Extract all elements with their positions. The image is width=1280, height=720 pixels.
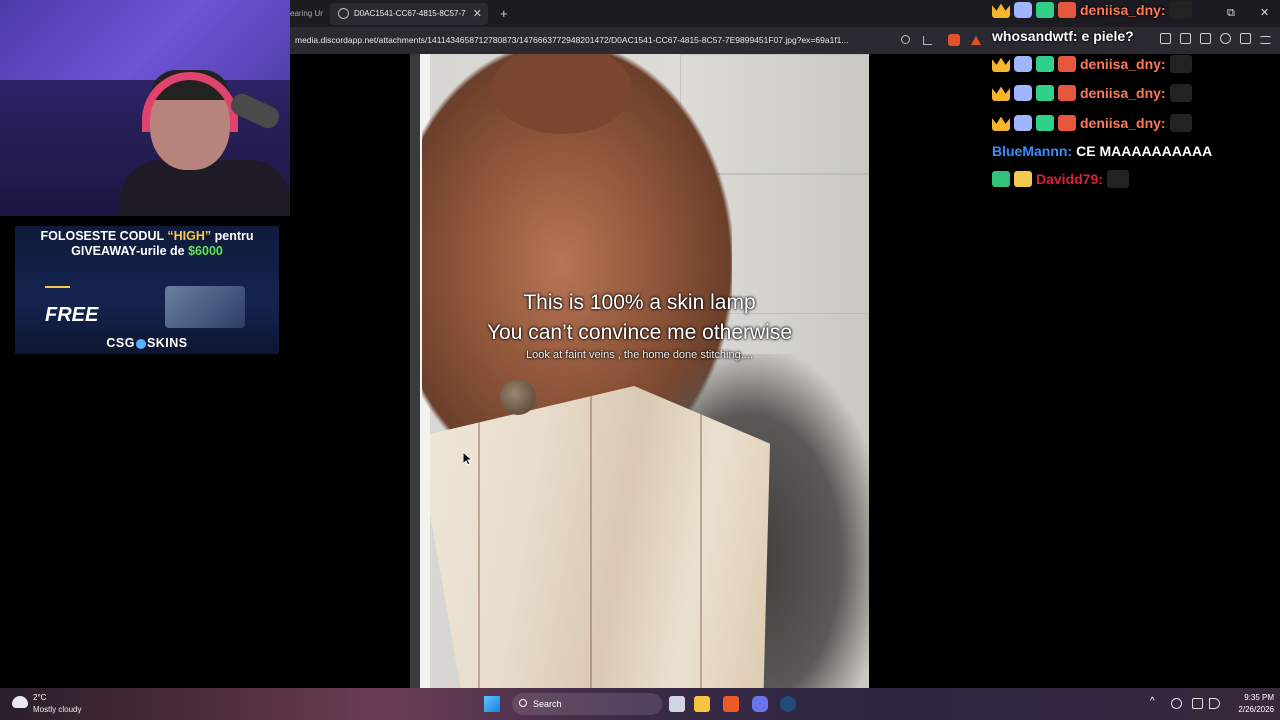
weather-condition[interactable]: Mostly cloudy [33, 705, 81, 714]
brave-browser-icon[interactable] [723, 696, 739, 712]
new-tab-icon[interactable]: + [500, 0, 508, 27]
url-text[interactable]: media.discordapp.net/attachments/1411434… [295, 27, 895, 54]
robot-icon [1014, 115, 1032, 131]
statue-head [492, 54, 632, 134]
mouse-cursor-icon [462, 450, 474, 466]
emote-icon [1169, 114, 1192, 132]
task-view-icon[interactable] [669, 696, 685, 712]
chat-username: deniisa_dny: [1080, 115, 1166, 131]
chevron-up-icon[interactable]: ^ [1150, 696, 1155, 707]
emote-icon [1169, 55, 1192, 73]
gift-icon [1036, 56, 1054, 72]
search-icon [519, 699, 527, 707]
chat-text: e piele? [1081, 28, 1134, 44]
chat-username: deniisa_dny: [1080, 2, 1166, 18]
sponsor-banner: FOLOSESTE CODUL “HIGH” pentru GIVEAWAY-u… [15, 226, 279, 354]
robot-icon [1014, 85, 1032, 101]
emote-icon [1106, 170, 1129, 188]
crown-icon [992, 86, 1010, 101]
gift-icon [1036, 85, 1054, 101]
chat-message: deniisa_dny: [992, 113, 1192, 133]
sponsor-free-label: FREE [45, 304, 99, 326]
windows-start-icon[interactable] [484, 696, 500, 712]
chat-username: Davidd79: [1036, 171, 1103, 187]
volume-icon[interactable] [1209, 698, 1220, 709]
chat-username: whosandwtf: [992, 28, 1078, 44]
lamp-socket [500, 379, 536, 415]
sponsor-brand-left: CSG [106, 336, 135, 350]
chat-message: BlueMannn: CE MAAAAAAAAAA [992, 141, 1212, 161]
clock-time[interactable]: 9:35 PM [1230, 693, 1274, 702]
gift-icon [1036, 2, 1054, 18]
displayed-image[interactable]: This is 100% a skin lamp You can’t convi… [410, 54, 869, 688]
lampshade-seam [700, 386, 702, 688]
share-icon[interactable] [923, 36, 932, 45]
sponsor-code: “HIGH” [167, 229, 212, 243]
crown-icon [992, 57, 1010, 72]
taskbar: 2°C Mostly cloudy Search ^ 9:35 PM 2/26/… [0, 688, 1280, 720]
case-image [165, 286, 245, 328]
steam-icon[interactable] [780, 696, 796, 712]
caption-line-1: This is 100% a skin lamp [523, 291, 756, 314]
lampshade-seam [478, 386, 480, 688]
caption-line-2: You can’t convince me otherwise [486, 321, 793, 344]
streamer-body [120, 160, 290, 216]
sponsor-brand-right: SKINS [146, 336, 188, 350]
close-tab-icon[interactable]: ✕ [473, 3, 482, 25]
lampshade [430, 386, 770, 688]
discord-icon[interactable] [752, 696, 768, 712]
globe-icon [338, 8, 349, 19]
sponsor-text-a: FOLOSESTE CODUL [40, 229, 164, 243]
crown-icon [992, 3, 1010, 18]
chat-message: whosandwtf: e piele? [992, 26, 1134, 46]
tab-previous[interactable]: earing Ur [290, 0, 324, 27]
gg-badge-icon [992, 171, 1010, 187]
display-icon[interactable] [1192, 698, 1203, 709]
brand-logo-icon [135, 338, 146, 349]
chat-username: BlueMannn: [992, 143, 1073, 159]
sponsor-amount: $6000 [188, 244, 223, 258]
tab-title: D0AC1541-CC67-4815-8C57-7E [354, 9, 466, 18]
gift-icon [1036, 115, 1054, 131]
tab-active[interactable]: D0AC1541-CC67-4815-8C57-7E ✕ [330, 3, 488, 25]
brave-rewards-icon[interactable] [971, 36, 981, 45]
chat-username: deniisa_dny: [1080, 85, 1166, 101]
clock-date[interactable]: 2/26/2026 [1226, 705, 1274, 714]
sponsor-line-2: GIVEAWAY-urile de $6000 [15, 244, 279, 258]
chat-message: deniisa_dny: [992, 54, 1192, 74]
robot-icon [1014, 56, 1032, 72]
chat-message: Davidd79: [992, 169, 1129, 189]
chat-username: deniisa_dny: [1080, 56, 1166, 72]
robot-icon [1014, 2, 1032, 18]
lampshade-seam [590, 386, 592, 688]
chat-overlay: deniisa_dny: whosandwtf: e piele? deniis… [992, 0, 1280, 200]
chat-message: deniisa_dny: [992, 83, 1192, 103]
sponsor-text-b: pentru [214, 229, 254, 243]
search-label: Search [533, 699, 562, 709]
sponsor-line-1: FOLOSESTE CODUL “HIGH” pentru [15, 229, 279, 243]
audio-device-icon[interactable] [1171, 698, 1182, 709]
cloud-icon[interactable] [12, 696, 28, 708]
emote-icon [1169, 84, 1192, 102]
sponsor-text-c: GIVEAWAY-urile de [71, 244, 185, 258]
crown-icon [992, 116, 1010, 131]
file-explorer-icon[interactable] [694, 696, 710, 712]
sponsor-brand: CSG SKINS [15, 336, 279, 350]
weather-temperature[interactable]: 2°C [33, 693, 46, 702]
zoom-icon[interactable] [901, 35, 910, 44]
flare-decoration [45, 286, 70, 288]
x-badge-icon [1058, 2, 1076, 18]
x-badge-icon [1058, 56, 1076, 72]
caption-line-3: Look at faint veins , the home done stit… [526, 349, 753, 361]
brave-shields-icon[interactable] [948, 34, 960, 46]
hat-icon [1014, 171, 1032, 187]
chat-text: CE MAAAAAAAAAA [1076, 143, 1213, 159]
emote-icon [1169, 1, 1192, 19]
webcam-overlay [0, 0, 290, 216]
chat-message: deniisa_dny: [992, 0, 1192, 20]
x-badge-icon [1058, 115, 1076, 131]
taskbar-search[interactable]: Search [512, 693, 662, 715]
x-badge-icon [1058, 85, 1076, 101]
